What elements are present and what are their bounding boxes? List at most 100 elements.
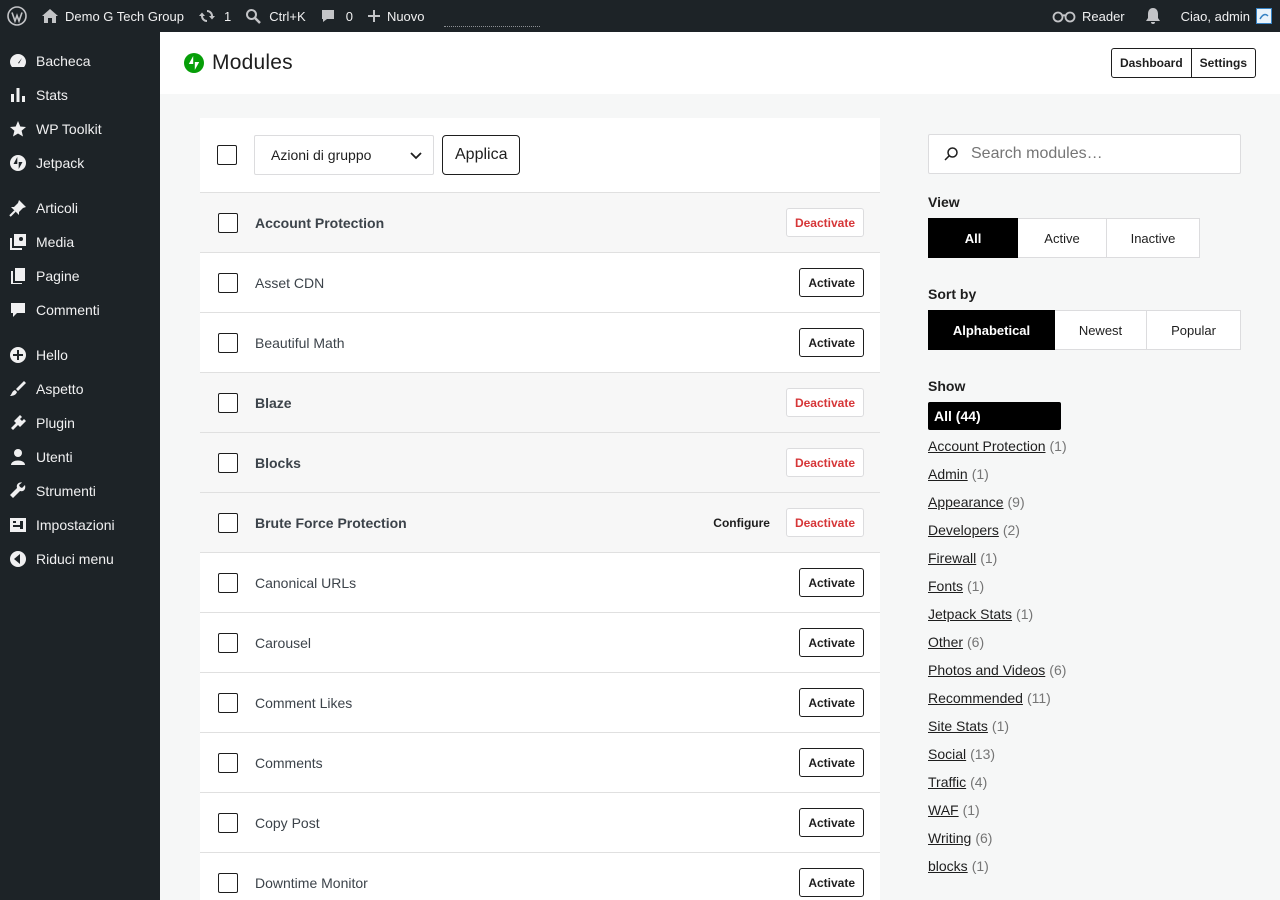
settings-button[interactable]: Settings xyxy=(1191,48,1256,78)
sidebar-item-bacheca[interactable]: Bacheca xyxy=(0,44,160,78)
category-item[interactable]: Firewall (1) xyxy=(928,544,1241,572)
sidebar-item-plugin[interactable]: Plugin xyxy=(0,406,160,440)
sidebar-item-hello[interactable]: Hello xyxy=(0,338,160,372)
category-link[interactable]: Appearance xyxy=(928,494,1004,510)
deactivate-button[interactable]: Deactivate xyxy=(785,508,864,537)
category-item[interactable]: Fonts (1) xyxy=(928,572,1241,600)
site-name-link[interactable]: Demo G Tech Group xyxy=(34,0,191,32)
sidebar-item-media[interactable]: Media xyxy=(0,225,160,259)
wordpress-logo-icon[interactable] xyxy=(0,0,34,32)
category-item[interactable]: Developers (2) xyxy=(928,516,1241,544)
category-link[interactable]: Recommended xyxy=(928,690,1023,706)
module-checkbox[interactable] xyxy=(218,692,238,713)
sidebar-item-pagine[interactable]: Pagine xyxy=(0,259,160,293)
sort-newest-button[interactable]: Newest xyxy=(1055,310,1147,350)
category-link[interactable]: Firewall xyxy=(928,550,976,566)
module-checkbox[interactable] xyxy=(218,392,238,413)
category-item[interactable]: Jetpack Stats (1) xyxy=(928,600,1241,628)
account-link[interactable]: Ciao, admin xyxy=(1174,0,1280,32)
category-link[interactable]: WAF xyxy=(928,802,959,818)
category-item[interactable]: Other (6) xyxy=(928,628,1241,656)
sort-alphabetical-button[interactable]: Alphabetical xyxy=(928,310,1055,350)
category-link[interactable]: Writing xyxy=(928,830,971,846)
view-inactive-button[interactable]: Inactive xyxy=(1107,218,1200,258)
category-item[interactable]: Social (13) xyxy=(928,740,1241,768)
select-all-checkbox[interactable] xyxy=(217,145,237,165)
category-item[interactable]: Account Protection (1) xyxy=(928,432,1241,460)
activate-button[interactable]: Activate xyxy=(799,688,864,717)
module-checkbox[interactable] xyxy=(218,272,238,293)
category-item[interactable]: Writing (6) xyxy=(928,824,1241,852)
sidebar-item-aspetto[interactable]: Aspetto xyxy=(0,372,160,406)
deactivate-button[interactable]: Deactivate xyxy=(785,448,864,477)
activate-button[interactable]: Activate xyxy=(799,868,864,897)
module-checkbox[interactable] xyxy=(218,512,238,533)
module-checkbox[interactable] xyxy=(218,752,238,773)
deactivate-button[interactable]: Deactivate xyxy=(785,388,864,417)
category-link[interactable]: Admin xyxy=(928,466,968,482)
search-field[interactable]: Search modules… xyxy=(928,134,1241,174)
sidebar-item-articoli[interactable]: Articoli xyxy=(0,191,160,225)
category-link[interactable]: Jetpack Stats xyxy=(928,606,1012,622)
category-link[interactable]: Fonts xyxy=(928,578,963,594)
module-checkbox[interactable] xyxy=(218,332,238,353)
category-item[interactable]: WAF (1) xyxy=(928,796,1241,824)
activate-button[interactable]: Activate xyxy=(799,808,864,837)
module-checkbox[interactable] xyxy=(218,812,238,833)
module-checkbox[interactable] xyxy=(218,212,238,233)
category-item[interactable]: Photos and Videos (6) xyxy=(928,656,1241,684)
category-link[interactable]: Site Stats xyxy=(928,718,988,734)
sidebar-item-impostazioni[interactable]: Impostazioni xyxy=(0,508,160,542)
module-row: Blaze Deactivate xyxy=(200,373,880,433)
sidebar-item-riduci-menu[interactable]: Riduci menu xyxy=(0,542,160,576)
deactivate-button[interactable]: Deactivate xyxy=(785,208,864,237)
category-link[interactable]: blocks xyxy=(928,858,968,874)
category-link[interactable]: Social xyxy=(928,746,966,762)
sort-popular-button[interactable]: Popular xyxy=(1147,310,1241,350)
sidebar-item-jetpack[interactable]: Jetpack xyxy=(0,146,160,180)
new-content-link[interactable]: Nuovo xyxy=(360,0,432,32)
search-shortcut-link[interactable]: Ctrl+K xyxy=(238,0,312,32)
category-item[interactable]: Appearance (9) xyxy=(928,488,1241,516)
category-link[interactable]: Developers xyxy=(928,522,999,538)
show-all-item[interactable]: All (44) xyxy=(928,402,1061,430)
activate-button[interactable]: Activate xyxy=(799,628,864,657)
category-item[interactable]: Admin (1) xyxy=(928,460,1241,488)
view-active-button[interactable]: Active xyxy=(1018,218,1107,258)
bulk-actions-select[interactable]: Azioni di gruppo xyxy=(254,135,434,175)
module-name: Blaze xyxy=(255,394,292,411)
activate-button[interactable]: Activate xyxy=(799,568,864,597)
adminbar-divider xyxy=(443,25,540,27)
view-all-button[interactable]: All xyxy=(928,218,1018,258)
category-link[interactable]: Account Protection xyxy=(928,438,1046,454)
reader-link[interactable]: Reader xyxy=(1045,0,1132,32)
activate-button[interactable]: Activate xyxy=(799,748,864,777)
category-list: Account Protection (1) Admin (1) Appearance(… xyxy=(928,432,1241,880)
category-item[interactable]: blocks (1) xyxy=(928,852,1241,880)
activate-button[interactable]: Activate xyxy=(799,328,864,357)
module-checkbox[interactable] xyxy=(218,452,238,473)
configure-link[interactable]: Configure xyxy=(713,516,770,530)
sidebar-item-stats[interactable]: Stats xyxy=(0,78,160,112)
notifications-button[interactable] xyxy=(1132,0,1174,32)
search-input[interactable]: Search modules… xyxy=(971,145,1103,163)
filters-panel: Search modules… View All Active Inactive… xyxy=(928,134,1241,880)
category-link[interactable]: Photos and Videos xyxy=(928,662,1045,678)
category-link[interactable]: Other xyxy=(928,634,963,650)
sidebar-item-commenti[interactable]: Commenti xyxy=(0,293,160,327)
sidebar-item-wp-toolkit[interactable]: WP Toolkit xyxy=(0,112,160,146)
category-link[interactable]: Traffic xyxy=(928,774,966,790)
category-item[interactable]: Traffic (4) xyxy=(928,768,1241,796)
comments-link[interactable]: 0 xyxy=(313,0,360,32)
module-checkbox[interactable] xyxy=(218,572,238,593)
sidebar-item-utenti[interactable]: Utenti xyxy=(0,440,160,474)
category-item[interactable]: Site Stats (1) xyxy=(928,712,1241,740)
module-checkbox[interactable] xyxy=(218,872,238,893)
module-checkbox[interactable] xyxy=(218,632,238,653)
category-item[interactable]: Recommended (11) xyxy=(928,684,1241,712)
sidebar-item-strumenti[interactable]: Strumenti xyxy=(0,474,160,508)
updates-link[interactable]: 1 xyxy=(191,0,238,32)
activate-button[interactable]: Activate xyxy=(799,268,864,297)
apply-button[interactable]: Applica xyxy=(442,135,521,175)
dashboard-button[interactable]: Dashboard xyxy=(1110,48,1192,78)
